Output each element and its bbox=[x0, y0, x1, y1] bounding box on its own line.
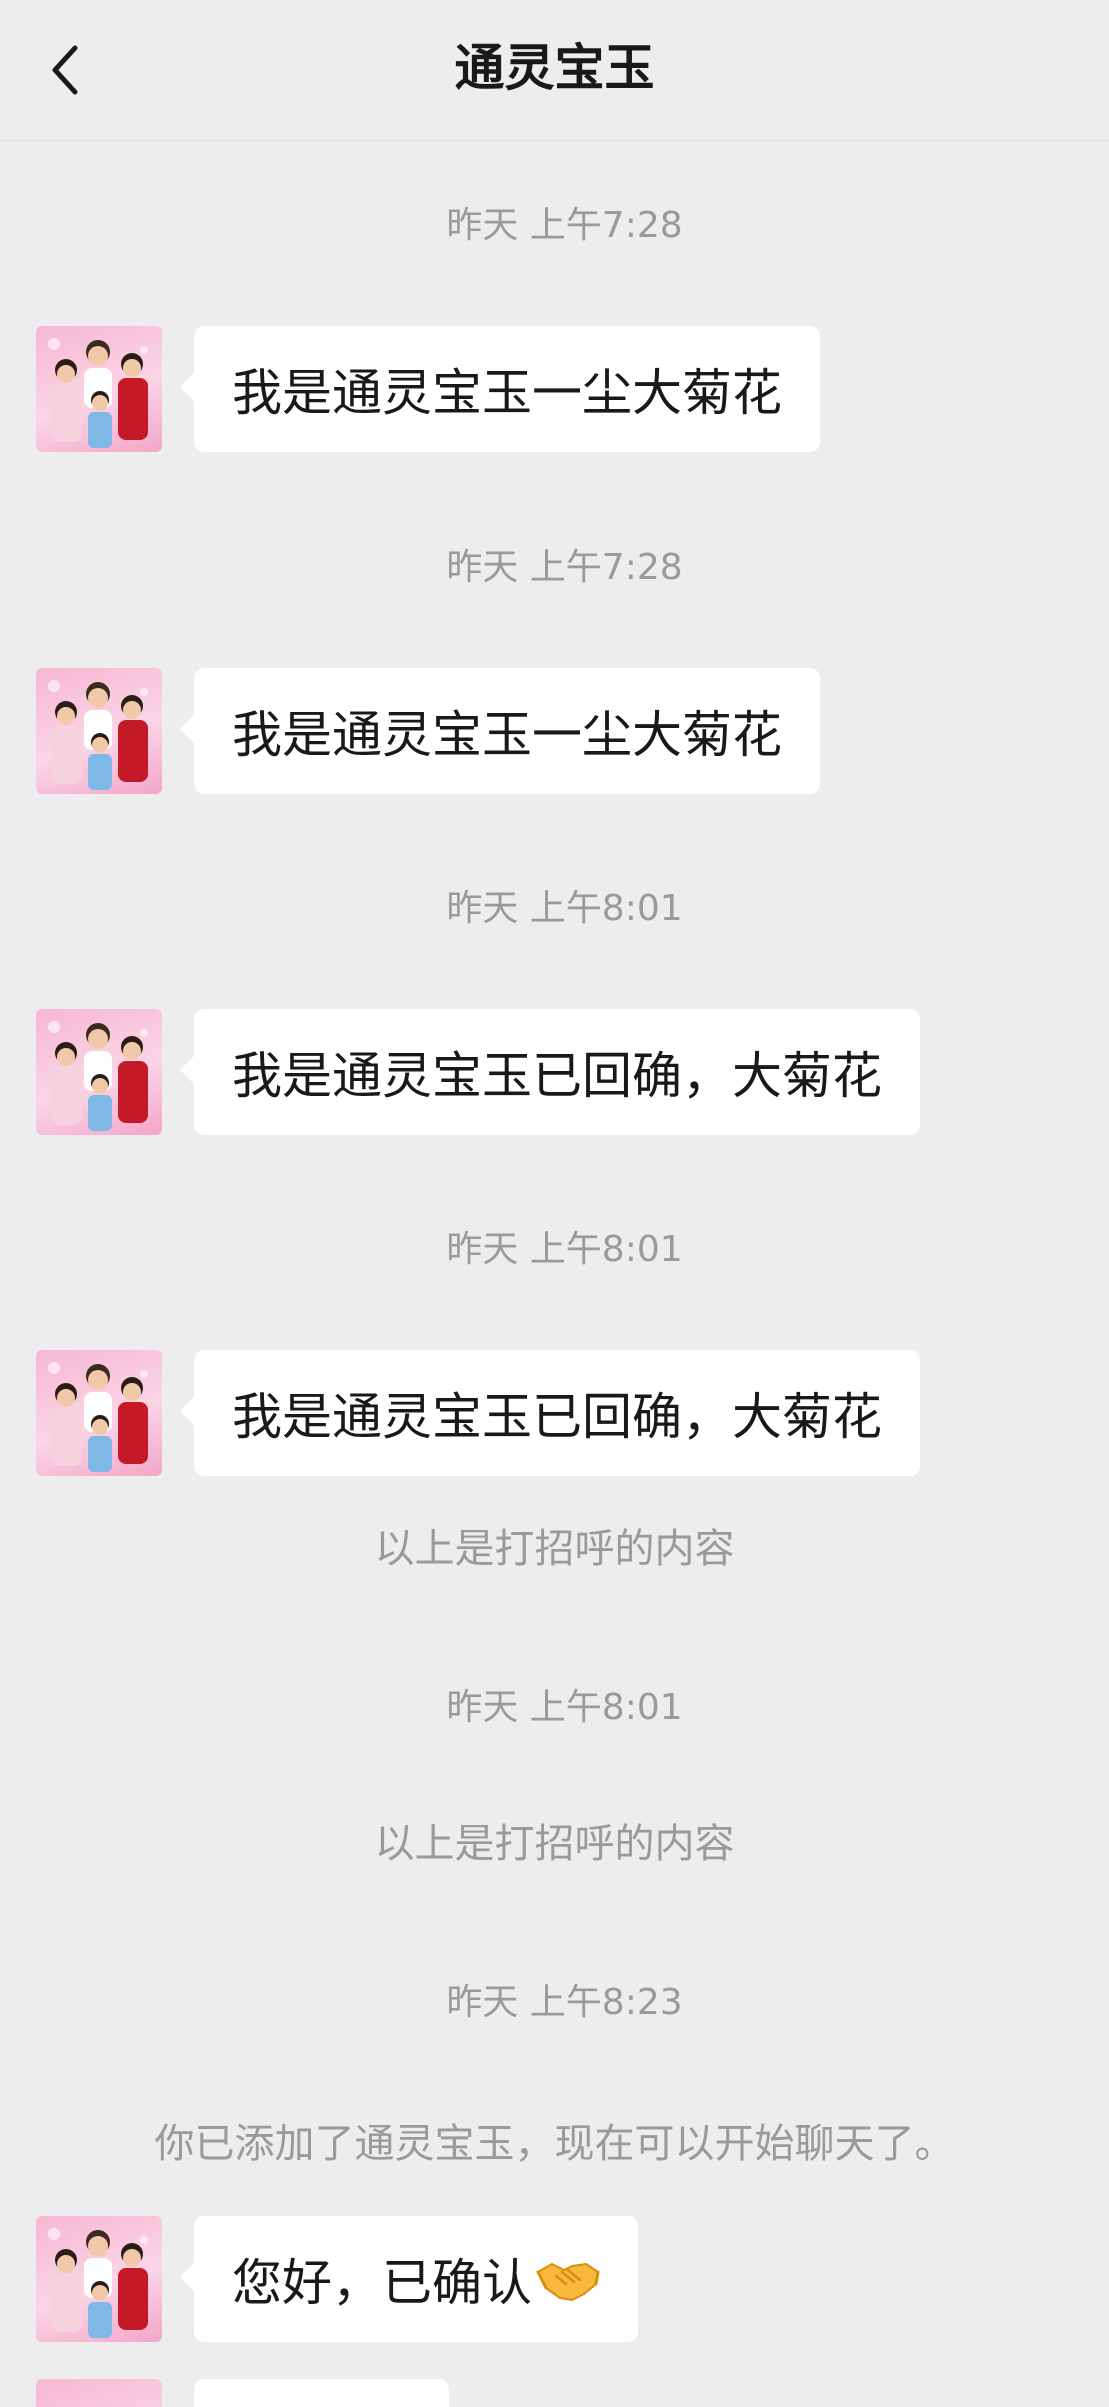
chat-title: 通灵宝玉 bbox=[454, 39, 655, 97]
message-bubble[interactable]: 我是通灵宝玉一尘大菊花 bbox=[180, 668, 820, 794]
message-list[interactable]: 昨天 上午7:28 我是通灵宝玉一尘大菊花 昨天 上午7:28 我是通灵宝玉一尘… bbox=[0, 141, 1109, 2407]
message-bubble[interactable]: 您好，已确认 bbox=[180, 2216, 638, 2342]
avatar[interactable] bbox=[36, 1350, 162, 1476]
message-timestamp: 昨天 上午7:28 bbox=[446, 205, 683, 246]
message-timestamp: 昨天 上午8:01 bbox=[446, 1229, 683, 1270]
greeting-notice: 以上是打招呼的内容 bbox=[374, 1821, 735, 1867]
message-text: 我是通灵宝玉一尘大菊花 bbox=[232, 364, 782, 422]
greeting-notice: 以上是打招呼的内容 bbox=[374, 1526, 735, 1572]
message-text: 您好，已确认 bbox=[232, 2254, 532, 2312]
avatar[interactable] bbox=[36, 668, 162, 794]
message-text: 我是通灵宝玉已回确，大菊花 bbox=[232, 1388, 882, 1446]
message-text: 我是通灵宝玉已回确，大菊花 bbox=[232, 1047, 882, 1105]
friend-added-notice: 你已添加了通灵宝玉，现在可以开始聊天了。 bbox=[154, 2121, 955, 2167]
avatar[interactable] bbox=[36, 1009, 162, 1135]
message-bubble[interactable]: 我是通灵宝玉已回确，大菊花 bbox=[180, 1350, 920, 1476]
avatar[interactable] bbox=[36, 2216, 162, 2342]
avatar[interactable] bbox=[36, 326, 162, 452]
chat-header: 通灵宝玉 bbox=[0, 0, 1109, 141]
message-timestamp: 昨天 上午8:01 bbox=[446, 1687, 683, 1728]
avatar[interactable] bbox=[36, 2379, 162, 2407]
message-timestamp: 昨天 上午8:23 bbox=[446, 1982, 683, 2023]
message-bubble[interactable] bbox=[194, 2379, 449, 2407]
message-text: 我是通灵宝玉一尘大菊花 bbox=[232, 706, 782, 764]
message-timestamp: 昨天 上午7:28 bbox=[446, 547, 683, 588]
message-bubble[interactable]: 我是通灵宝玉一尘大菊花 bbox=[180, 326, 820, 452]
handshake-icon bbox=[536, 2254, 600, 2304]
message-timestamp: 昨天 上午8:01 bbox=[446, 888, 683, 929]
message-bubble[interactable]: 我是通灵宝玉已回确，大菊花 bbox=[180, 1009, 920, 1135]
